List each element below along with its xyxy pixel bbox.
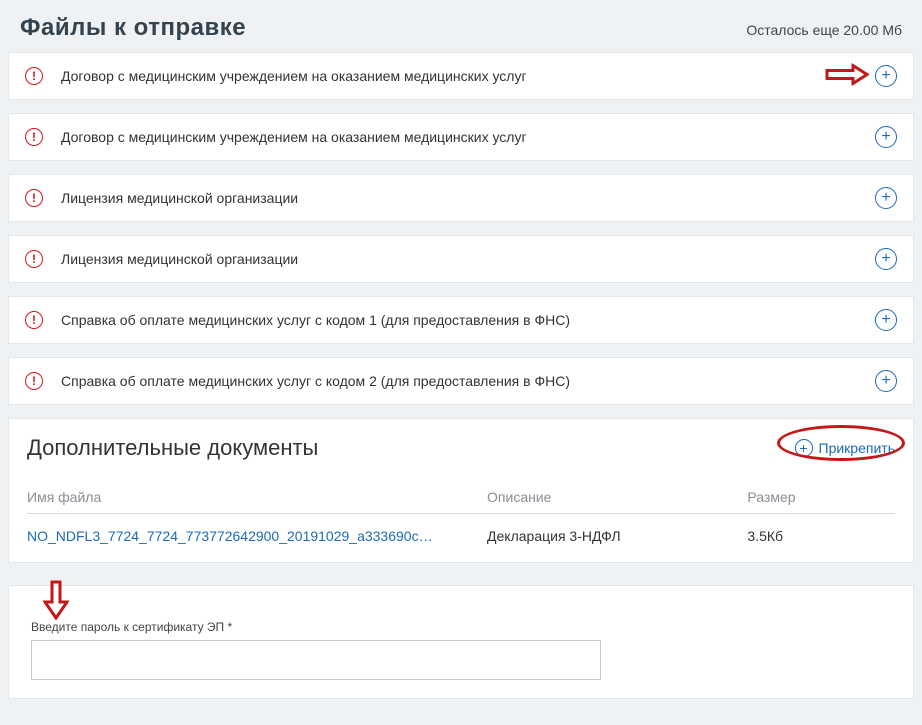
warning-icon: !	[25, 189, 43, 207]
warning-icon: !	[25, 311, 43, 329]
section-title: Файлы к отправке	[20, 14, 246, 42]
password-label: Введите пароль к сертификату ЭП *	[31, 620, 891, 634]
file-row: ! Договор с медицинским учреждением на о…	[8, 113, 914, 161]
file-row: ! Лицензия медицинской организации +	[8, 235, 914, 283]
file-row: ! Договор с медицинским учреждением на о…	[8, 52, 914, 100]
remaining-text: Осталось еще 20.00 Мб	[746, 22, 902, 38]
file-label: Лицензия медицинской организации	[61, 251, 875, 267]
attach-button-label: Прикрепить	[819, 440, 895, 456]
warning-icon: !	[25, 128, 43, 146]
annotation-arrow-right-icon	[825, 64, 869, 89]
add-file-button[interactable]: +	[875, 126, 897, 148]
file-row: ! Лицензия медицинской организации +	[8, 174, 914, 222]
warning-icon: !	[25, 250, 43, 268]
col-header-size: Размер	[747, 489, 895, 505]
password-block: Введите пароль к сертификату ЭП *	[8, 585, 914, 699]
file-label: Лицензия медицинской организации	[61, 190, 875, 206]
file-label: Справка об оплате медицинских услуг с ко…	[61, 312, 875, 328]
file-desc: Декларация 3-НДФЛ	[487, 528, 747, 544]
warning-icon: !	[25, 372, 43, 390]
additional-documents-block: Дополнительные документы + Прикрепить Им…	[8, 418, 914, 563]
file-size: 3.5Кб	[747, 528, 895, 544]
add-file-button[interactable]: +	[875, 65, 897, 87]
attach-button[interactable]: + Прикрепить	[795, 439, 895, 457]
table-header: Имя файла Описание Размер	[27, 489, 895, 514]
plus-icon: +	[795, 439, 813, 457]
col-header-desc: Описание	[487, 489, 747, 505]
warning-icon: !	[25, 67, 43, 85]
password-input[interactable]	[31, 640, 601, 680]
file-label: Договор с медицинским учреждением на ока…	[61, 129, 875, 145]
file-label: Справка об оплате медицинских услуг с ко…	[61, 373, 875, 389]
file-row: ! Справка об оплате медицинских услуг с …	[8, 296, 914, 344]
file-row: ! Справка об оплате медицинских услуг с …	[8, 357, 914, 405]
col-header-name: Имя файла	[27, 489, 487, 505]
add-file-button[interactable]: +	[875, 309, 897, 331]
table-row: NO_NDFL3_7724_7724_773772642900_20191029…	[27, 524, 895, 552]
add-file-button[interactable]: +	[875, 370, 897, 392]
add-file-button[interactable]: +	[875, 187, 897, 209]
file-link[interactable]: NO_NDFL3_7724_7724_773772642900_20191029…	[27, 528, 487, 544]
additional-title: Дополнительные документы	[27, 435, 318, 461]
annotation-arrow-down-icon	[43, 580, 69, 623]
add-file-button[interactable]: +	[875, 248, 897, 270]
file-label: Договор с медицинским учреждением на ока…	[61, 68, 875, 84]
